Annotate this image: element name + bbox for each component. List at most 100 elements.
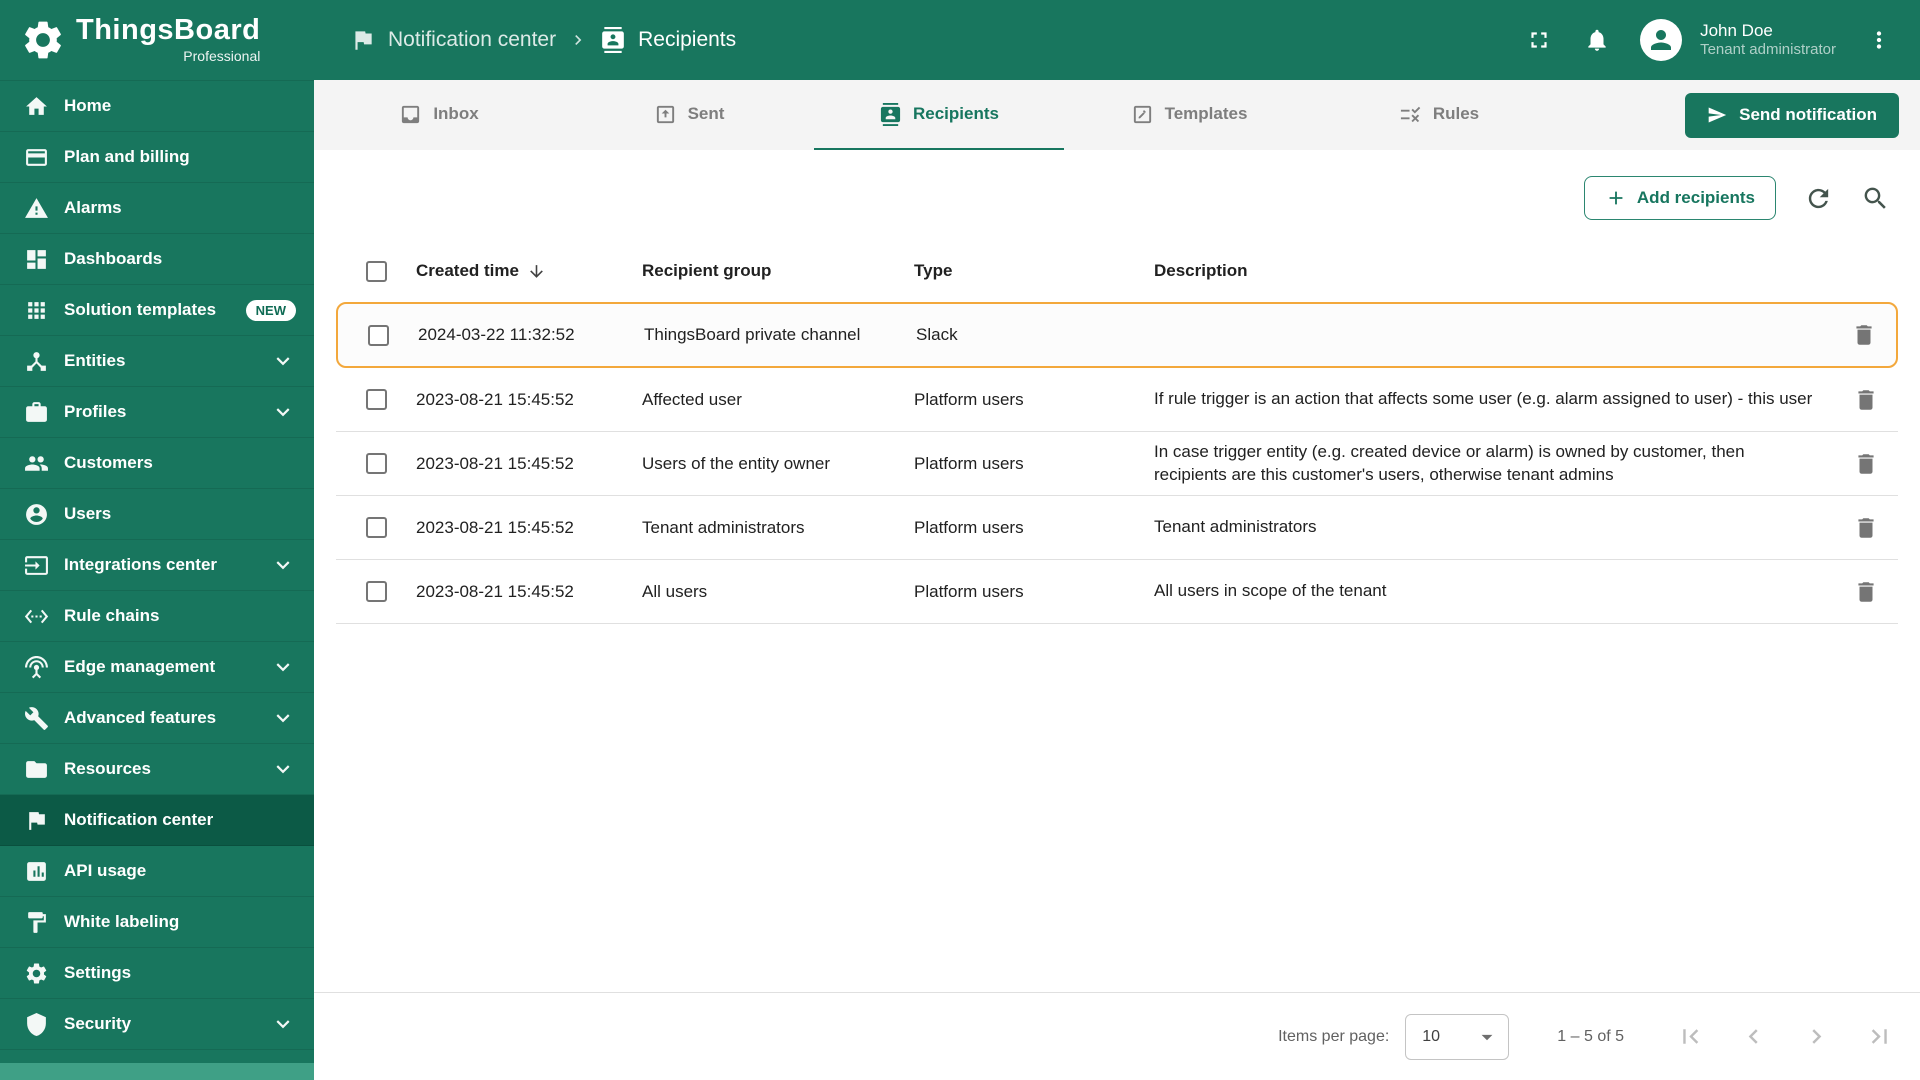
chevron-down-icon <box>270 756 296 782</box>
sidebar-item[interactable]: Users <box>0 489 314 540</box>
previous-page-icon <box>1739 1022 1768 1051</box>
next-page-button[interactable] <box>1802 1022 1831 1051</box>
sidebar-item[interactable]: Home <box>0 81 314 132</box>
delete-row-button[interactable] <box>1853 515 1879 541</box>
plus-icon <box>1605 187 1627 209</box>
notifications-button[interactable] <box>1582 25 1612 55</box>
send-notification-button[interactable]: Send notification <box>1685 92 1899 138</box>
sidebar-item[interactable]: Edge management <box>0 642 314 693</box>
row-checkbox[interactable] <box>366 581 387 602</box>
cell-created-time: 2023-08-21 15:45:52 <box>416 517 574 537</box>
sidebar-item-label: Alarms <box>64 198 122 217</box>
table-row[interactable]: 2023-08-21 15:45:52 Tenant administrator… <box>336 496 1898 560</box>
first-page-icon <box>1676 1022 1705 1051</box>
add-recipients-label: Add recipients <box>1636 188 1755 207</box>
add-recipients-button[interactable]: Add recipients <box>1583 176 1776 220</box>
tab-label: Templates <box>1164 104 1248 123</box>
tab-icon <box>399 103 422 126</box>
sidebar-item[interactable]: Dashboards <box>0 234 314 285</box>
tab[interactable]: Inbox <box>314 80 564 150</box>
sidebar-item-label: Advanced features <box>64 708 217 727</box>
new-badge: NEW <box>245 299 296 321</box>
delete-row-button[interactable] <box>1851 322 1877 348</box>
sidebar-item[interactable]: API usage <box>0 846 314 897</box>
sidebar-item[interactable]: Entities <box>0 336 314 387</box>
sidebar-item[interactable]: Notification center <box>0 795 314 846</box>
sidebar-item-label: API usage <box>64 861 147 880</box>
items-per-page-value: 10 <box>1422 1027 1441 1045</box>
sidebar-item-label: Settings <box>64 963 132 982</box>
tab[interactable]: Templates <box>1064 80 1314 150</box>
column-header-type[interactable]: Type <box>914 261 1154 281</box>
refresh-button[interactable] <box>1804 184 1833 213</box>
sidebar-item[interactable]: Advanced features <box>0 693 314 744</box>
breadcrumb-parent[interactable]: Notification center <box>350 27 556 53</box>
notification-center-icon <box>350 27 376 53</box>
user-info: John Doe Tenant administrator <box>1700 20 1836 60</box>
cell-created-time: 2023-08-21 15:45:52 <box>416 581 574 601</box>
cell-description: All users in scope of the tenant <box>1154 581 1387 601</box>
sidebar-nav: Home Plan and billing Alarms Dashboards … <box>0 80 314 1063</box>
tab[interactable]: Sent <box>564 80 814 150</box>
sidebar-item[interactable]: Rule chains <box>0 591 314 642</box>
table-row[interactable]: 2023-08-21 15:45:52 All users Platform u… <box>336 560 1898 624</box>
breadcrumb: Notification center Recipients <box>350 27 736 53</box>
chevron-down-icon <box>270 552 296 578</box>
sidebar-item-icon <box>24 502 49 527</box>
last-page-icon <box>1865 1022 1894 1051</box>
previous-page-button[interactable] <box>1739 1022 1768 1051</box>
sidebar-item[interactable]: Plan and billing <box>0 132 314 183</box>
table-row[interactable]: 2024-03-22 11:32:52 ThingsBoard private … <box>336 302 1898 368</box>
chevron-down-icon <box>270 705 296 731</box>
search-button[interactable] <box>1861 184 1890 213</box>
next-page-icon <box>1802 1022 1831 1051</box>
column-header-recipient-group[interactable]: Recipient group <box>642 261 914 281</box>
sidebar-item[interactable]: Integrations center <box>0 540 314 591</box>
row-checkbox[interactable] <box>366 517 387 538</box>
table-toolbar: Add recipients <box>314 150 1920 226</box>
sidebar-item[interactable]: Resources <box>0 744 314 795</box>
delete-row-button[interactable] <box>1853 387 1879 413</box>
column-header-created-time[interactable]: Created time <box>416 261 642 281</box>
sidebar-item[interactable]: White labeling <box>0 897 314 948</box>
tab[interactable]: Recipients <box>814 80 1064 150</box>
row-checkbox[interactable] <box>368 324 389 346</box>
sidebar-item-icon <box>24 553 49 578</box>
table-row[interactable]: 2023-08-21 15:45:52 Users of the entity … <box>336 432 1898 496</box>
table-header-row: Created time Recipient group Type Descri… <box>336 240 1898 302</box>
sidebar-scrollbar[interactable] <box>0 1063 314 1080</box>
tab-icon <box>654 103 677 126</box>
tab[interactable]: Rules <box>1314 80 1564 150</box>
items-per-page-select[interactable]: 10 <box>1405 1013 1510 1060</box>
paginator: Items per page: 10 1 – 5 of 5 <box>314 992 1920 1080</box>
sidebar-item-icon <box>24 349 49 374</box>
sidebar-item[interactable]: Alarms <box>0 183 314 234</box>
avatar[interactable] <box>1640 19 1683 61</box>
tab-icon <box>1399 103 1422 126</box>
tab-label: Recipients <box>913 104 999 123</box>
brand-logo[interactable]: ThingsBoard Professional <box>0 0 314 80</box>
cell-type: Platform users <box>914 389 1024 409</box>
row-checkbox[interactable] <box>366 389 387 410</box>
last-page-button[interactable] <box>1865 1022 1894 1051</box>
sidebar-item[interactable]: Profiles <box>0 387 314 438</box>
sidebar-item-label: Solution templates <box>64 300 217 319</box>
row-checkbox[interactable] <box>366 453 387 474</box>
sidebar-item-label: Edge management <box>64 657 216 676</box>
chevron-down-icon <box>270 399 296 425</box>
sidebar-item[interactable]: Customers <box>0 438 314 489</box>
fullscreen-button[interactable] <box>1524 25 1554 55</box>
sidebar-item[interactable]: Settings <box>0 948 314 999</box>
select-all-checkbox[interactable] <box>366 260 387 282</box>
delete-row-button[interactable] <box>1853 579 1879 605</box>
sidebar-item-icon <box>24 94 49 119</box>
sidebar-item[interactable]: Solution templates NEW <box>0 285 314 336</box>
more-menu-button[interactable] <box>1864 25 1894 55</box>
sidebar-item-icon <box>24 400 49 425</box>
cell-description: In case trigger entity (e.g. created dev… <box>1154 441 1745 484</box>
sidebar-item[interactable]: Security <box>0 999 314 1050</box>
column-header-description[interactable]: Description <box>1154 261 1834 281</box>
delete-row-button[interactable] <box>1853 451 1879 477</box>
table-row[interactable]: 2023-08-21 15:45:52 Affected user Platfo… <box>336 368 1898 432</box>
first-page-button[interactable] <box>1676 1022 1705 1051</box>
